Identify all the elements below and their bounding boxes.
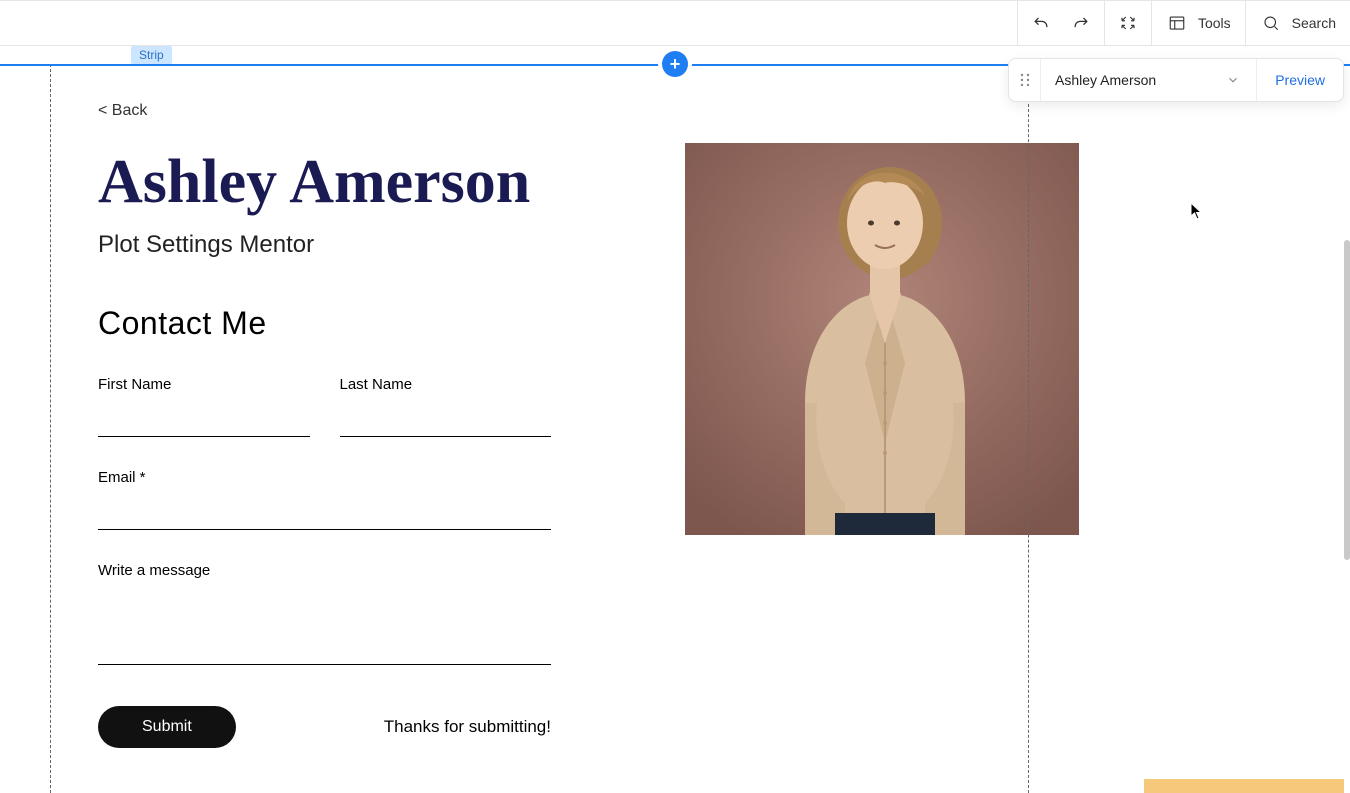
search-label: Search [1292,15,1336,31]
history-group [1017,1,1104,45]
search-button[interactable]: Search [1260,12,1336,34]
chevron-down-icon [1226,73,1240,87]
page-title[interactable]: Ashley Amerson [98,150,598,215]
page-dropdown[interactable]: Ashley Amerson [1041,59,1256,101]
email-label: Email * [98,469,551,486]
first-name-label: First Name [98,376,310,393]
first-name-field: First Name [98,376,310,437]
zoom-group [1104,1,1151,45]
undo-icon[interactable] [1030,12,1052,34]
first-name-input[interactable] [98,415,310,437]
layout-icon [1166,12,1188,34]
drag-handle-icon[interactable] [1009,59,1041,101]
add-section-button[interactable]: + [662,51,688,77]
email-field: Email * [98,469,551,530]
content-column: < Back Ashley Amerson Plot Settings Ment… [98,102,598,748]
email-input[interactable] [98,508,551,530]
tools-button[interactable]: Tools [1166,12,1231,34]
tools-group: Tools [1151,1,1245,45]
collapse-icon[interactable] [1117,12,1139,34]
guide-right [1028,64,1029,793]
back-link[interactable]: < Back [98,102,147,120]
page-selector: Ashley Amerson Preview [1008,58,1344,102]
scrollbar-thumb[interactable] [1344,240,1350,560]
bottom-peek-element[interactable] [1144,779,1344,793]
strip-label[interactable]: Strip [131,46,172,64]
guide-left [50,64,51,793]
submit-button[interactable]: Submit [98,706,236,748]
search-group: Search [1245,1,1350,45]
tools-label: Tools [1198,15,1231,31]
page-subtitle[interactable]: Plot Settings Mentor [98,231,598,259]
last-name-input[interactable] [340,415,552,437]
top-toolbar: Tools Search [0,0,1350,46]
last-name-field: Last Name [340,376,552,437]
message-input[interactable] [98,601,551,665]
editor-canvas: + Strip < Back Ashley Amerson Plot Setti… [0,46,1350,793]
thanks-message: Thanks for submitting! [384,717,551,737]
hero-image[interactable] [685,143,1079,535]
message-field: Write a message [98,562,551,670]
contact-form: First Name Last Name Email * Write a mes… [98,376,598,748]
current-page-name: Ashley Amerson [1055,72,1156,88]
cursor-icon [1190,202,1204,225]
message-label: Write a message [98,562,551,579]
contact-heading[interactable]: Contact Me [98,305,598,342]
search-icon [1260,12,1282,34]
preview-button[interactable]: Preview [1256,59,1343,101]
last-name-label: Last Name [340,376,552,393]
redo-icon[interactable] [1070,12,1092,34]
